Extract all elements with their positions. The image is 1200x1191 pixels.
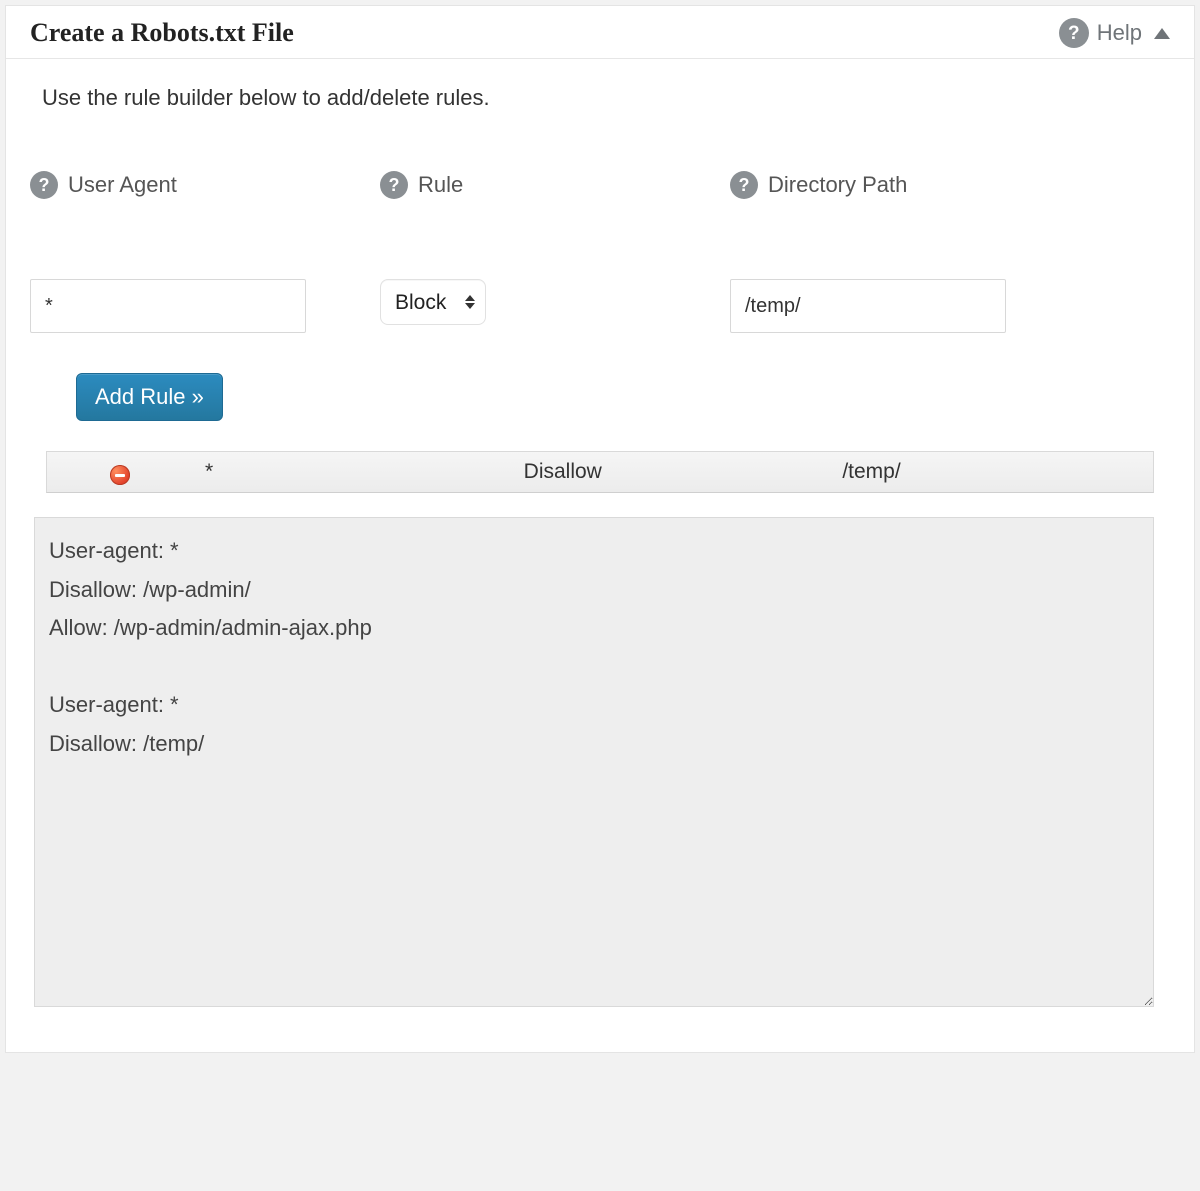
user-agent-label: ? User Agent: [30, 171, 380, 199]
help-toggle[interactable]: ? Help: [1059, 18, 1170, 48]
rules-table: * Disallow /temp/: [46, 451, 1154, 493]
rule-row-user-agent: *: [197, 460, 516, 484]
rule-select-wrap[interactable]: BlockAllow: [380, 279, 486, 325]
directory-path-cell: [730, 279, 1170, 333]
directory-path-label-text: Directory Path: [768, 172, 907, 198]
help-icon: ?: [1059, 18, 1089, 48]
rule-row-action: Disallow: [516, 460, 835, 484]
robots-panel: Create a Robots.txt File ? Help Use the …: [5, 5, 1195, 1053]
select-caret-icon: [465, 295, 475, 309]
rule-select[interactable]: BlockAllow: [395, 280, 453, 324]
rule-cell: BlockAllow: [380, 279, 730, 333]
help-icon[interactable]: ?: [380, 171, 408, 199]
help-icon[interactable]: ?: [30, 171, 58, 199]
rule-label: ? Rule: [380, 171, 730, 199]
delete-rule-icon[interactable]: [110, 465, 130, 485]
panel-title: Create a Robots.txt File: [30, 18, 294, 48]
preview-wrap: [34, 517, 1154, 1012]
instructions-text: Use the rule builder below to add/delete…: [42, 85, 1194, 111]
directory-path-label: ? Directory Path: [730, 171, 1170, 199]
user-agent-input[interactable]: [30, 279, 306, 333]
rule-builder: ? User Agent ? Rule ? Directory Path Blo…: [6, 171, 1194, 333]
user-agent-cell: [30, 279, 380, 333]
rule-row-path: /temp/: [834, 460, 1153, 484]
rule-label-text: Rule: [418, 172, 463, 198]
chevron-up-icon: [1154, 28, 1170, 39]
add-rule-wrap: Add Rule »: [76, 373, 1194, 421]
help-label: Help: [1097, 20, 1142, 46]
panel-header: Create a Robots.txt File ? Help: [6, 6, 1194, 59]
directory-path-input[interactable]: [730, 279, 1006, 333]
add-rule-button[interactable]: Add Rule »: [76, 373, 223, 421]
help-icon[interactable]: ?: [730, 171, 758, 199]
user-agent-label-text: User Agent: [68, 172, 177, 198]
delete-rule-cell: [47, 459, 197, 486]
robots-preview-textarea[interactable]: [34, 517, 1154, 1007]
